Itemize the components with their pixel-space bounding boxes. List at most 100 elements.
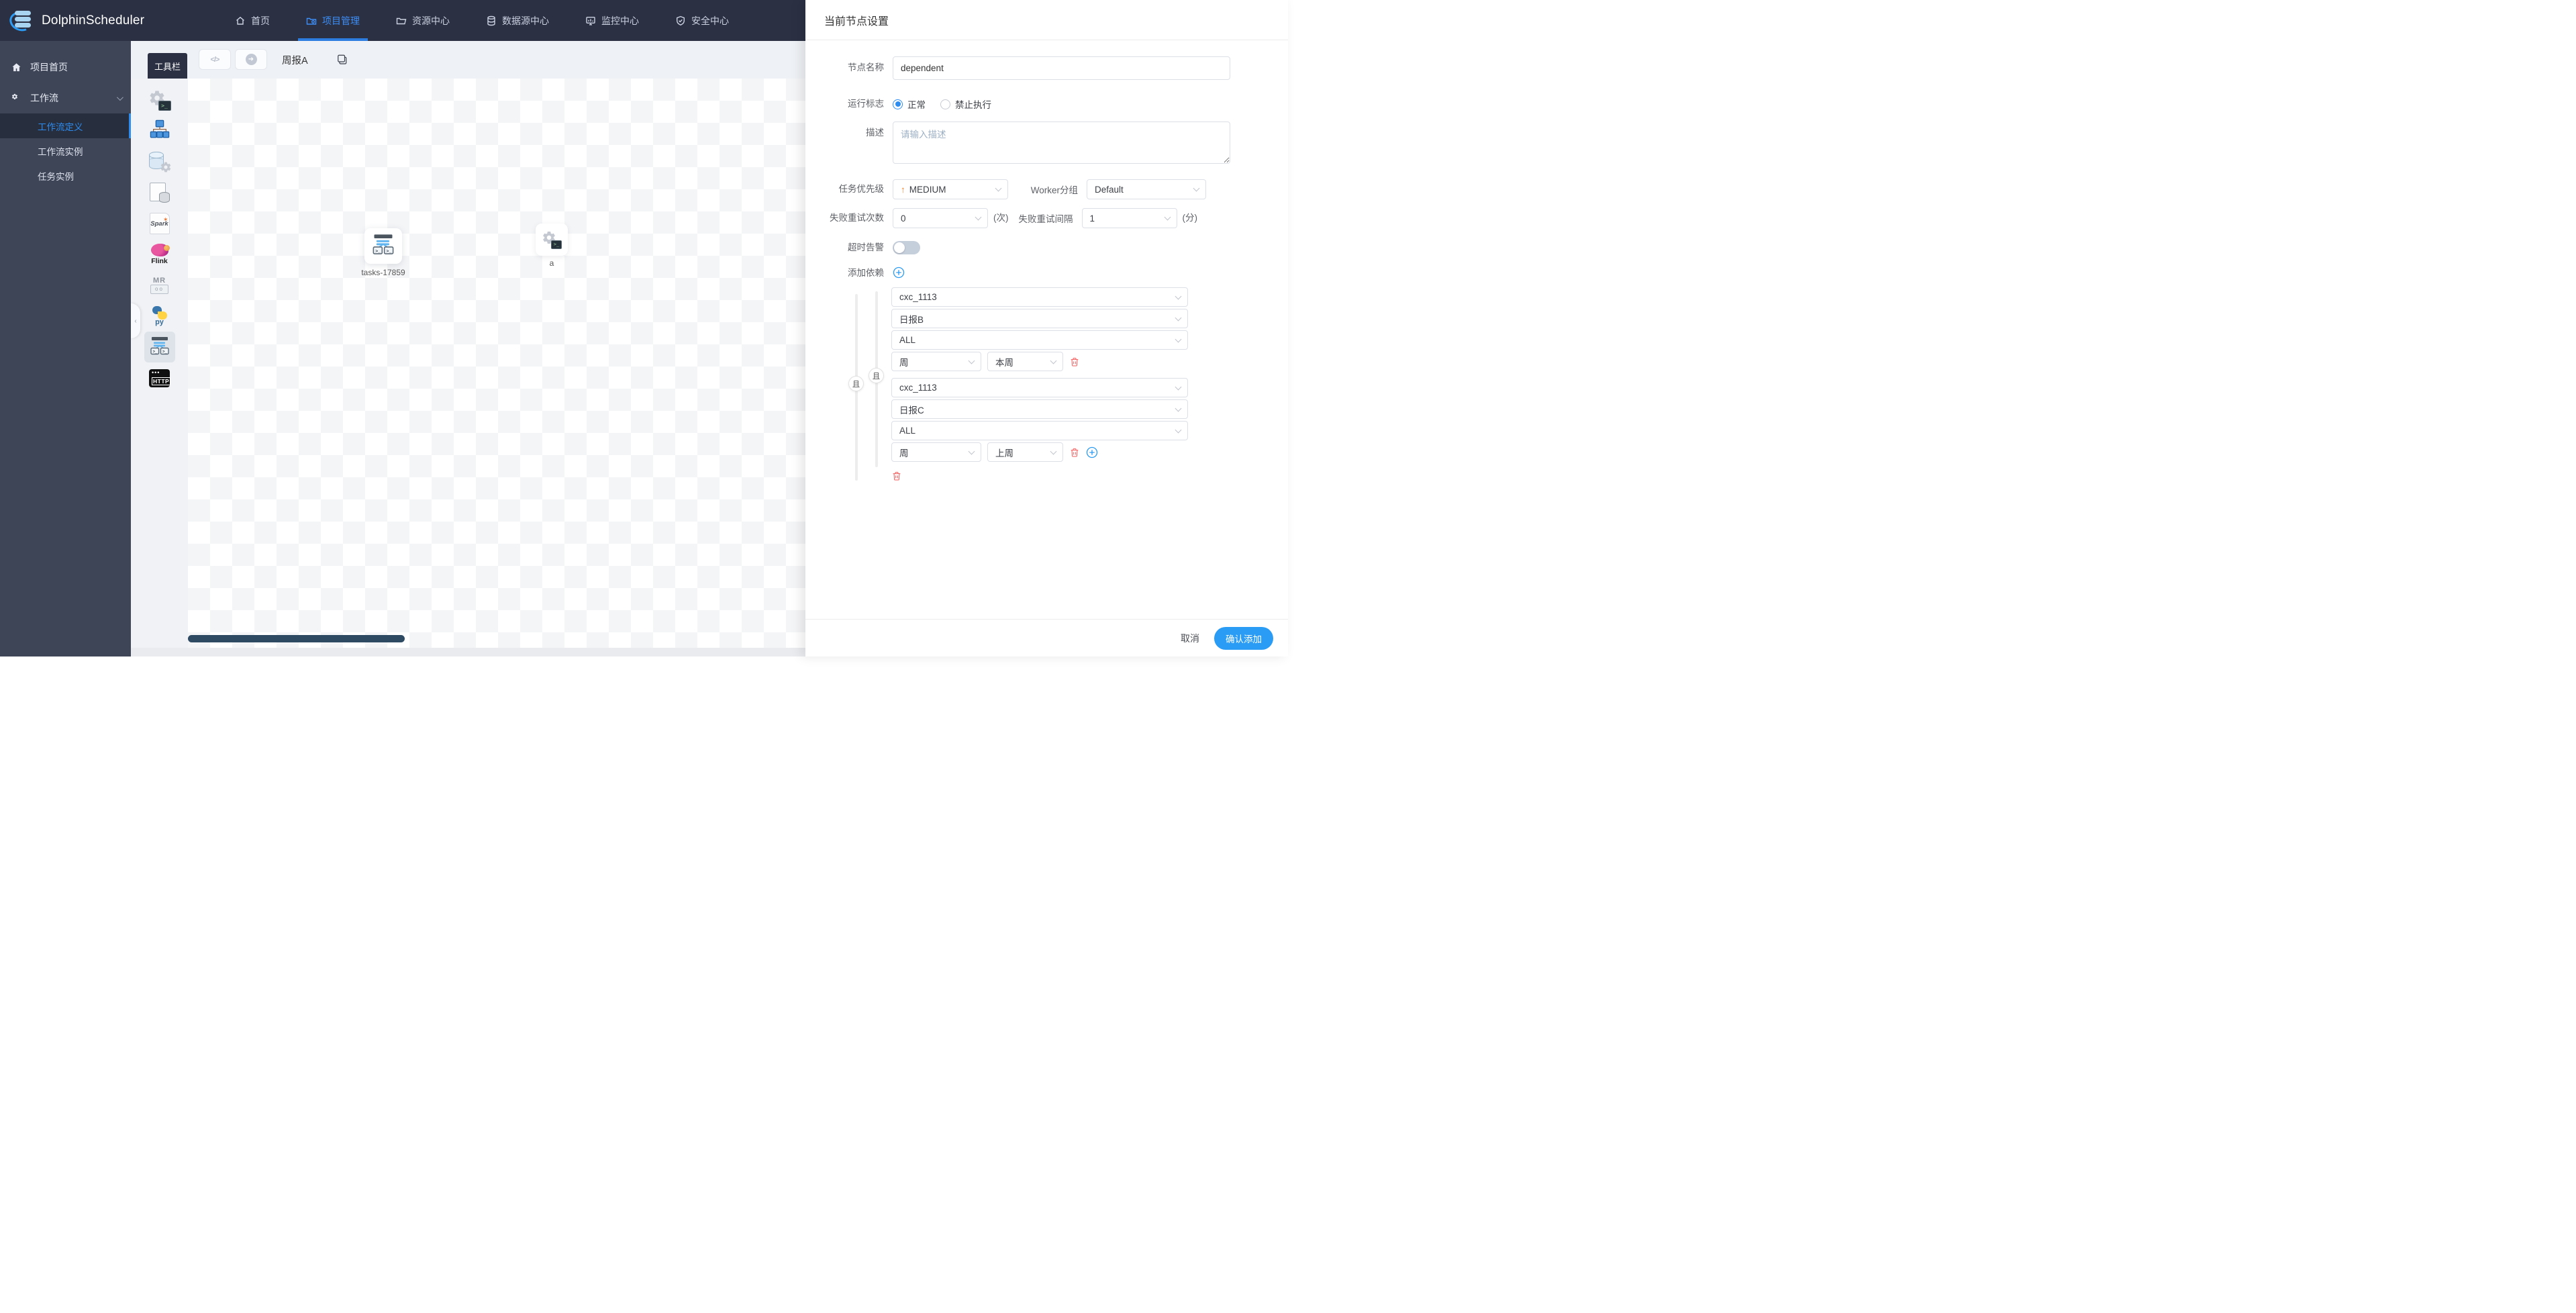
timeout-alarm-label: 超时告警	[848, 242, 884, 252]
dep2-range-select[interactable]: 上周	[987, 442, 1063, 462]
dolphin-logo-icon	[7, 8, 35, 34]
dep1-delete-button[interactable]	[1069, 356, 1080, 367]
toolbox-title: 工具栏	[148, 53, 187, 79]
copy-workflow-button[interactable]	[336, 54, 348, 69]
tool-http[interactable]: ••• HTTP	[144, 362, 175, 393]
cancel-button[interactable]: 取消	[1181, 632, 1199, 645]
shell-icon: >_	[542, 230, 562, 249]
copy-icon	[336, 54, 348, 66]
dep1-cycle-select[interactable]: 周	[891, 352, 981, 371]
chevron-down-icon	[968, 357, 975, 364]
chevron-down-icon	[975, 213, 982, 221]
nav-item-resource-center[interactable]: 资源中心	[393, 0, 452, 41]
main-nav: 首页 项目管理 资源中心 数据源中心 监控中心 安全中心	[232, 0, 732, 41]
nav-item-home[interactable]: 首页	[232, 0, 273, 41]
tool-sql[interactable]	[144, 146, 175, 177]
timeout-alarm-toggle[interactable]	[893, 241, 920, 254]
chevron-down-icon	[995, 185, 1002, 192]
tool-procedure[interactable]	[144, 177, 175, 208]
dag-node-dependent[interactable]	[364, 228, 402, 264]
dependency-editor: 且 且 cxc_1113 日报B ALL 周 本周 cxc_1113 日报C A…	[805, 287, 1288, 489]
dep1-project-select[interactable]: cxc_1113	[891, 287, 1188, 307]
nav-item-security-center[interactable]: 安全中心	[673, 0, 732, 41]
run-flag-prohibit-radio[interactable]: 禁止执行	[940, 97, 991, 111]
tool-sub-process[interactable]	[144, 115, 175, 146]
sidebar-item-workflow[interactable]: 工作流	[0, 83, 131, 113]
dag-node-label: tasks-17859	[361, 268, 405, 277]
dep1-task-select[interactable]: ALL	[891, 330, 1188, 350]
arrow-right-circle-icon: ➜	[245, 54, 257, 65]
shell-icon: >_	[148, 89, 171, 111]
dep2-workflow-select[interactable]: 日报C	[891, 399, 1188, 419]
sql-icon	[148, 152, 170, 172]
procedure-icon	[149, 183, 170, 203]
trash-icon	[1069, 447, 1080, 458]
sidebar-item-workflow-instance[interactable]: 工作流实例	[0, 138, 131, 163]
add-dependency-label: 添加依赖	[848, 268, 884, 278]
sidebar-collapse-handle[interactable]: ‹	[131, 303, 140, 338]
retry-times-select[interactable]: 0	[893, 208, 988, 228]
dep-add-item-button[interactable]	[1086, 446, 1098, 458]
radio-selected-icon	[893, 99, 903, 109]
dep2-task-select[interactable]: ALL	[891, 421, 1188, 440]
drawer-title: 当前节点设置	[805, 0, 1288, 40]
tool-python[interactable]: py	[144, 301, 175, 332]
retry-interval-select[interactable]: 1	[1081, 208, 1177, 228]
tool-dependent[interactable]	[144, 332, 175, 362]
drawer-footer: 取消 确认添加	[805, 619, 1288, 656]
drawer-body: 节点名称 运行标志 正常 禁止执行	[805, 40, 1288, 619]
dep-group-delete-button[interactable]	[891, 471, 902, 481]
retry-interval-label: 失败重试间隔	[1018, 214, 1073, 224]
tool-spark[interactable]: ✶ Spark	[144, 208, 175, 239]
priority-label: 任务优先级	[838, 184, 885, 194]
run-flag-normal-radio[interactable]: 正常	[893, 97, 926, 111]
add-dependency-button[interactable]	[893, 266, 905, 279]
tool-flink[interactable]: Flink	[144, 239, 175, 270]
tool-mr[interactable]: MR oo	[144, 270, 175, 301]
view-code-button[interactable]: </>	[199, 49, 231, 70]
worker-group-select[interactable]: Default	[1087, 179, 1206, 199]
shield-check-icon	[675, 15, 686, 26]
dep1-workflow-select[interactable]: 日报B	[891, 309, 1188, 328]
sidebar-item-workflow-definition[interactable]: 工作流定义	[0, 113, 131, 138]
description-label: 描述	[866, 128, 884, 138]
monitor-icon	[585, 15, 596, 26]
chevron-down-icon	[1175, 405, 1182, 411]
description-textarea[interactable]	[893, 121, 1230, 164]
dependent-icon	[371, 232, 395, 260]
tool-shell[interactable]: >_	[144, 85, 175, 115]
priority-select[interactable]: ↑ MEDIUM	[893, 179, 1008, 199]
nav-item-project-management[interactable]: 项目管理	[298, 0, 368, 41]
plus-circle-icon	[893, 266, 905, 279]
dependency-outer-relation-badge[interactable]: 且	[848, 376, 864, 391]
confirm-add-button[interactable]: 确认添加	[1214, 626, 1273, 650]
node-name-input[interactable]	[893, 56, 1230, 80]
bottom-strip	[131, 648, 805, 656]
chevron-down-icon	[1193, 185, 1200, 192]
code-icon: </>	[210, 55, 220, 64]
chevron-down-icon	[1050, 448, 1057, 454]
retry-interval-unit: (分)	[1182, 213, 1198, 223]
dag-node-shell[interactable]: >_	[536, 224, 568, 256]
house-icon	[11, 62, 21, 72]
sidebar-item-project-home[interactable]: 项目首页	[0, 52, 131, 83]
canvas-horizontal-scrollbar[interactable]	[188, 635, 405, 642]
nav-item-monitor-center[interactable]: 监控中心	[583, 0, 642, 41]
sidebar-item-task-instance[interactable]: 任务实例	[0, 163, 131, 188]
project-icon	[306, 15, 317, 26]
chevron-down-icon	[1050, 357, 1057, 364]
dep2-delete-button[interactable]	[1069, 447, 1080, 458]
sub-process-icon	[149, 119, 170, 143]
dep2-project-select[interactable]: cxc_1113	[891, 378, 1188, 397]
brand[interactable]: DolphinScheduler	[0, 8, 168, 34]
node-name-label: 节点名称	[848, 62, 884, 72]
dag-canvas[interactable]: tasks-17859 >_ a	[188, 79, 805, 648]
home-icon	[235, 15, 246, 26]
go-button[interactable]: ➜	[235, 49, 267, 70]
chevron-down-icon	[968, 448, 975, 454]
dep2-cycle-select[interactable]: 周	[891, 442, 981, 462]
database-icon	[486, 15, 497, 26]
nav-item-datasource-center[interactable]: 数据源中心	[483, 0, 552, 41]
dependency-inner-relation-badge[interactable]: 且	[869, 368, 884, 383]
dep1-range-select[interactable]: 本周	[987, 352, 1063, 371]
